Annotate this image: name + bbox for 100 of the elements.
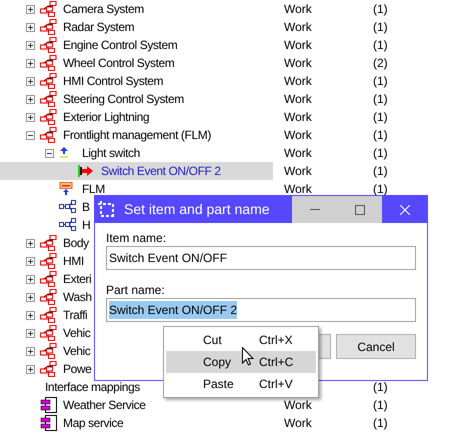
count-cell: (1): [373, 380, 388, 394]
tree-item-label[interactable]: Wash: [63, 288, 92, 306]
tree-item-label[interactable]: Vehic: [63, 324, 90, 342]
count-cell: (1): [373, 38, 388, 52]
maximize-icon: [354, 204, 364, 214]
menu-item[interactable]: Copy Ctrl+C: [166, 351, 316, 373]
tree-item-label[interactable]: Camera System: [63, 0, 144, 18]
tree-item-label[interactable]: FLM: [82, 180, 105, 198]
network-icon: [59, 218, 77, 232]
expand-icon[interactable]: [26, 40, 35, 50]
item-name-field[interactable]: Switch Event ON/OFF: [106, 246, 416, 270]
hierarchy-icon: [40, 289, 58, 305]
tree-item-label[interactable]: B: [82, 198, 90, 216]
crop-icon: [98, 200, 116, 218]
type-cell: Work: [284, 2, 312, 16]
tree-item-label[interactable]: Light switch: [82, 144, 140, 162]
part-name-label: Part name:: [106, 282, 166, 297]
hierarchy-icon: [40, 109, 58, 125]
item-name-label: Item name:: [106, 230, 168, 245]
tree-item-label[interactable]: Wheel Control System: [63, 54, 174, 72]
expand-icon[interactable]: [26, 112, 35, 122]
tree-item-label[interactable]: HMI: [63, 252, 84, 270]
collapse-icon[interactable]: [45, 148, 54, 158]
count-cell: (1): [373, 128, 388, 142]
tree-item-label[interactable]: Body: [63, 234, 89, 252]
part-name-field[interactable]: Switch Event ON/OFF 2: [106, 298, 416, 322]
type-cell: Work: [284, 164, 312, 178]
mouse-cursor-icon: [242, 347, 254, 366]
count-cell: (1): [373, 74, 388, 88]
tree-item-label[interactable]: HMI Control System: [63, 72, 164, 90]
type-cell: Work: [284, 146, 312, 160]
block-icon: [59, 182, 73, 196]
component-icon: [40, 415, 58, 431]
type-cell: Work: [284, 128, 312, 142]
expand-icon[interactable]: [26, 238, 35, 248]
type-cell: Work: [284, 92, 312, 106]
tree-item-label[interactable]: Frontlight management (FLM): [63, 126, 211, 144]
hierarchy-icon: [40, 271, 58, 287]
expand-icon[interactable]: [26, 76, 35, 86]
count-cell: (1): [373, 2, 388, 16]
expand-icon[interactable]: [26, 292, 35, 302]
count-cell: (1): [373, 416, 388, 430]
count-cell: (1): [373, 20, 388, 34]
tree-item-label[interactable]: Exteri: [63, 270, 92, 288]
minimize-icon: [310, 209, 320, 210]
hierarchy-icon: [40, 235, 58, 251]
tree-item-label[interactable]: Radar System: [63, 18, 134, 36]
tree-item-label[interactable]: Traffi: [63, 306, 88, 324]
expand-icon[interactable]: [26, 364, 35, 374]
hierarchy-icon: [40, 361, 58, 377]
arrow-right-icon: [78, 165, 94, 177]
count-cell: (1): [373, 110, 388, 124]
hierarchy-icon: [40, 307, 58, 323]
tree-item-label[interactable]: Engine Control System: [63, 36, 178, 54]
type-cell: Work: [284, 182, 312, 196]
collapse-icon[interactable]: [26, 130, 35, 140]
expand-icon[interactable]: [26, 328, 35, 338]
type-cell: Work: [284, 56, 312, 70]
hierarchy-icon: [40, 73, 58, 89]
selected-row-highlight[interactable]: Switch Event ON/OFF 2: [0, 162, 273, 180]
type-cell: Work: [284, 416, 312, 430]
expand-icon[interactable]: [26, 310, 35, 320]
expand-icon[interactable]: [26, 22, 35, 32]
expand-icon[interactable]: [26, 346, 35, 356]
tree-item-label[interactable]: Interface mappings: [45, 378, 140, 396]
hierarchy-icon: [40, 343, 58, 359]
close-icon: [400, 204, 410, 214]
expand-icon[interactable]: [26, 256, 35, 266]
hierarchy-icon: [40, 55, 58, 71]
expand-icon[interactable]: [26, 58, 35, 68]
count-cell: (2): [373, 56, 388, 70]
menu-item[interactable]: Cut Ctrl+X: [166, 329, 316, 351]
count-cell: (1): [373, 182, 388, 196]
hierarchy-icon: [40, 253, 58, 269]
menu-item[interactable]: Paste Ctrl+V: [166, 373, 316, 395]
tree-item-label[interactable]: Map service: [63, 414, 124, 432]
tree-item-label[interactable]: Weather Service: [63, 396, 146, 414]
tree-item-label[interactable]: Vehic: [63, 342, 90, 360]
tree-item-label[interactable]: Powe: [63, 360, 92, 378]
count-cell: (1): [373, 398, 388, 412]
cancel-button[interactable]: Cancel: [336, 334, 416, 359]
tree-item-label[interactable]: Switch Event ON/OFF 2: [101, 162, 221, 180]
tree-item-label[interactable]: Exterior Lightning: [63, 108, 150, 126]
component-icon: [40, 397, 58, 413]
expand-icon[interactable]: [26, 94, 35, 104]
expand-icon[interactable]: [26, 274, 35, 284]
expand-icon[interactable]: [26, 4, 35, 14]
type-cell: Work: [284, 398, 312, 412]
count-cell: (1): [373, 146, 388, 160]
hierarchy-icon: [40, 37, 58, 53]
count-cell: (1): [373, 92, 388, 106]
hierarchy-icon: [40, 325, 58, 341]
tree-item-label[interactable]: H: [82, 216, 90, 234]
type-cell: Work: [284, 74, 312, 88]
type-cell: Work: [284, 38, 312, 52]
tree-item-label[interactable]: Steering Control System: [63, 90, 184, 108]
dialog-title: Set item and part name: [124, 200, 270, 219]
count-cell: (1): [373, 164, 388, 178]
type-cell: Work: [284, 110, 312, 124]
hierarchy-icon: [40, 19, 58, 35]
